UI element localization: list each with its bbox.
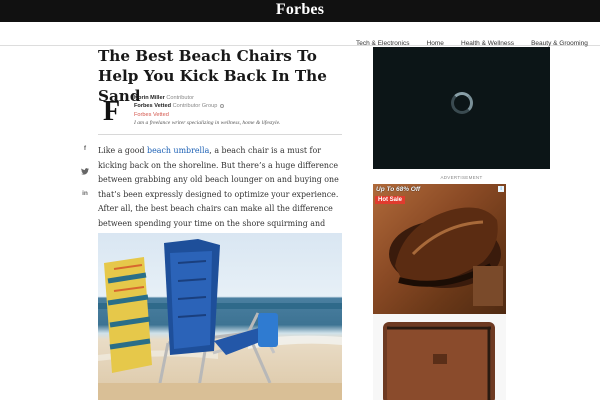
facebook-icon[interactable]: f xyxy=(80,145,90,152)
author-org-role: Contributor Group xyxy=(172,103,218,110)
byline-divider xyxy=(98,134,342,135)
author-bio: I am a freelance writer specializing in … xyxy=(134,120,281,127)
beach-chair-photo xyxy=(98,233,342,400)
author-org[interactable]: Forbes Vetted xyxy=(134,103,171,109)
author-org-line: Forbes Vetted Contributor Group xyxy=(134,102,344,110)
nav-item-beauty-grooming[interactable]: Beauty & Grooming xyxy=(531,40,588,47)
nav-item-tech-electronics[interactable]: Tech & Electronics xyxy=(356,40,409,47)
category-nav: Tech & Electronics Home Health & Wellnes… xyxy=(0,22,600,47)
forbes-logo[interactable]: Forbes xyxy=(0,1,600,19)
intro-text-rest: , a beach chair is a must for kicking ba… xyxy=(98,146,339,243)
hot-sale-badge: Hot Sale xyxy=(375,196,406,204)
shoe-ad[interactable]: Up To 68% Off Hot Sale i xyxy=(373,184,506,314)
nav-item-health-wellness[interactable]: Health & Wellness xyxy=(461,40,514,47)
author-block: Korin Miller Contributor Forbes Vetted C… xyxy=(134,94,344,128)
article-intro: Like a good beach umbrella, a beach chai… xyxy=(98,144,350,246)
ad-choices-icon[interactable]: i xyxy=(498,186,504,192)
ad-promo-text: Up To 68% Off xyxy=(376,186,421,193)
advertisement-label: ADVERTISEMENT xyxy=(440,175,483,180)
nav-item-home[interactable]: Home xyxy=(427,40,444,47)
forbes-vetted-logo: F xyxy=(103,96,121,127)
beach-umbrella-link[interactable]: beach umbrella xyxy=(147,146,209,155)
author-line: Korin Miller Contributor xyxy=(134,94,344,102)
intro-text-start: Like a good xyxy=(98,146,148,155)
vetted-tag: Forbes Vetted xyxy=(134,111,169,118)
top-bar: Forbes xyxy=(0,0,600,22)
author-name[interactable]: Korin Miller xyxy=(134,95,165,101)
author-role: Contributor xyxy=(166,95,195,101)
twitter-icon[interactable] xyxy=(80,168,90,177)
wallet-ad[interactable] xyxy=(373,314,506,400)
loading-spinner-icon xyxy=(451,92,473,114)
linkedin-icon[interactable]: in xyxy=(80,190,90,197)
info-icon[interactable] xyxy=(219,103,224,108)
